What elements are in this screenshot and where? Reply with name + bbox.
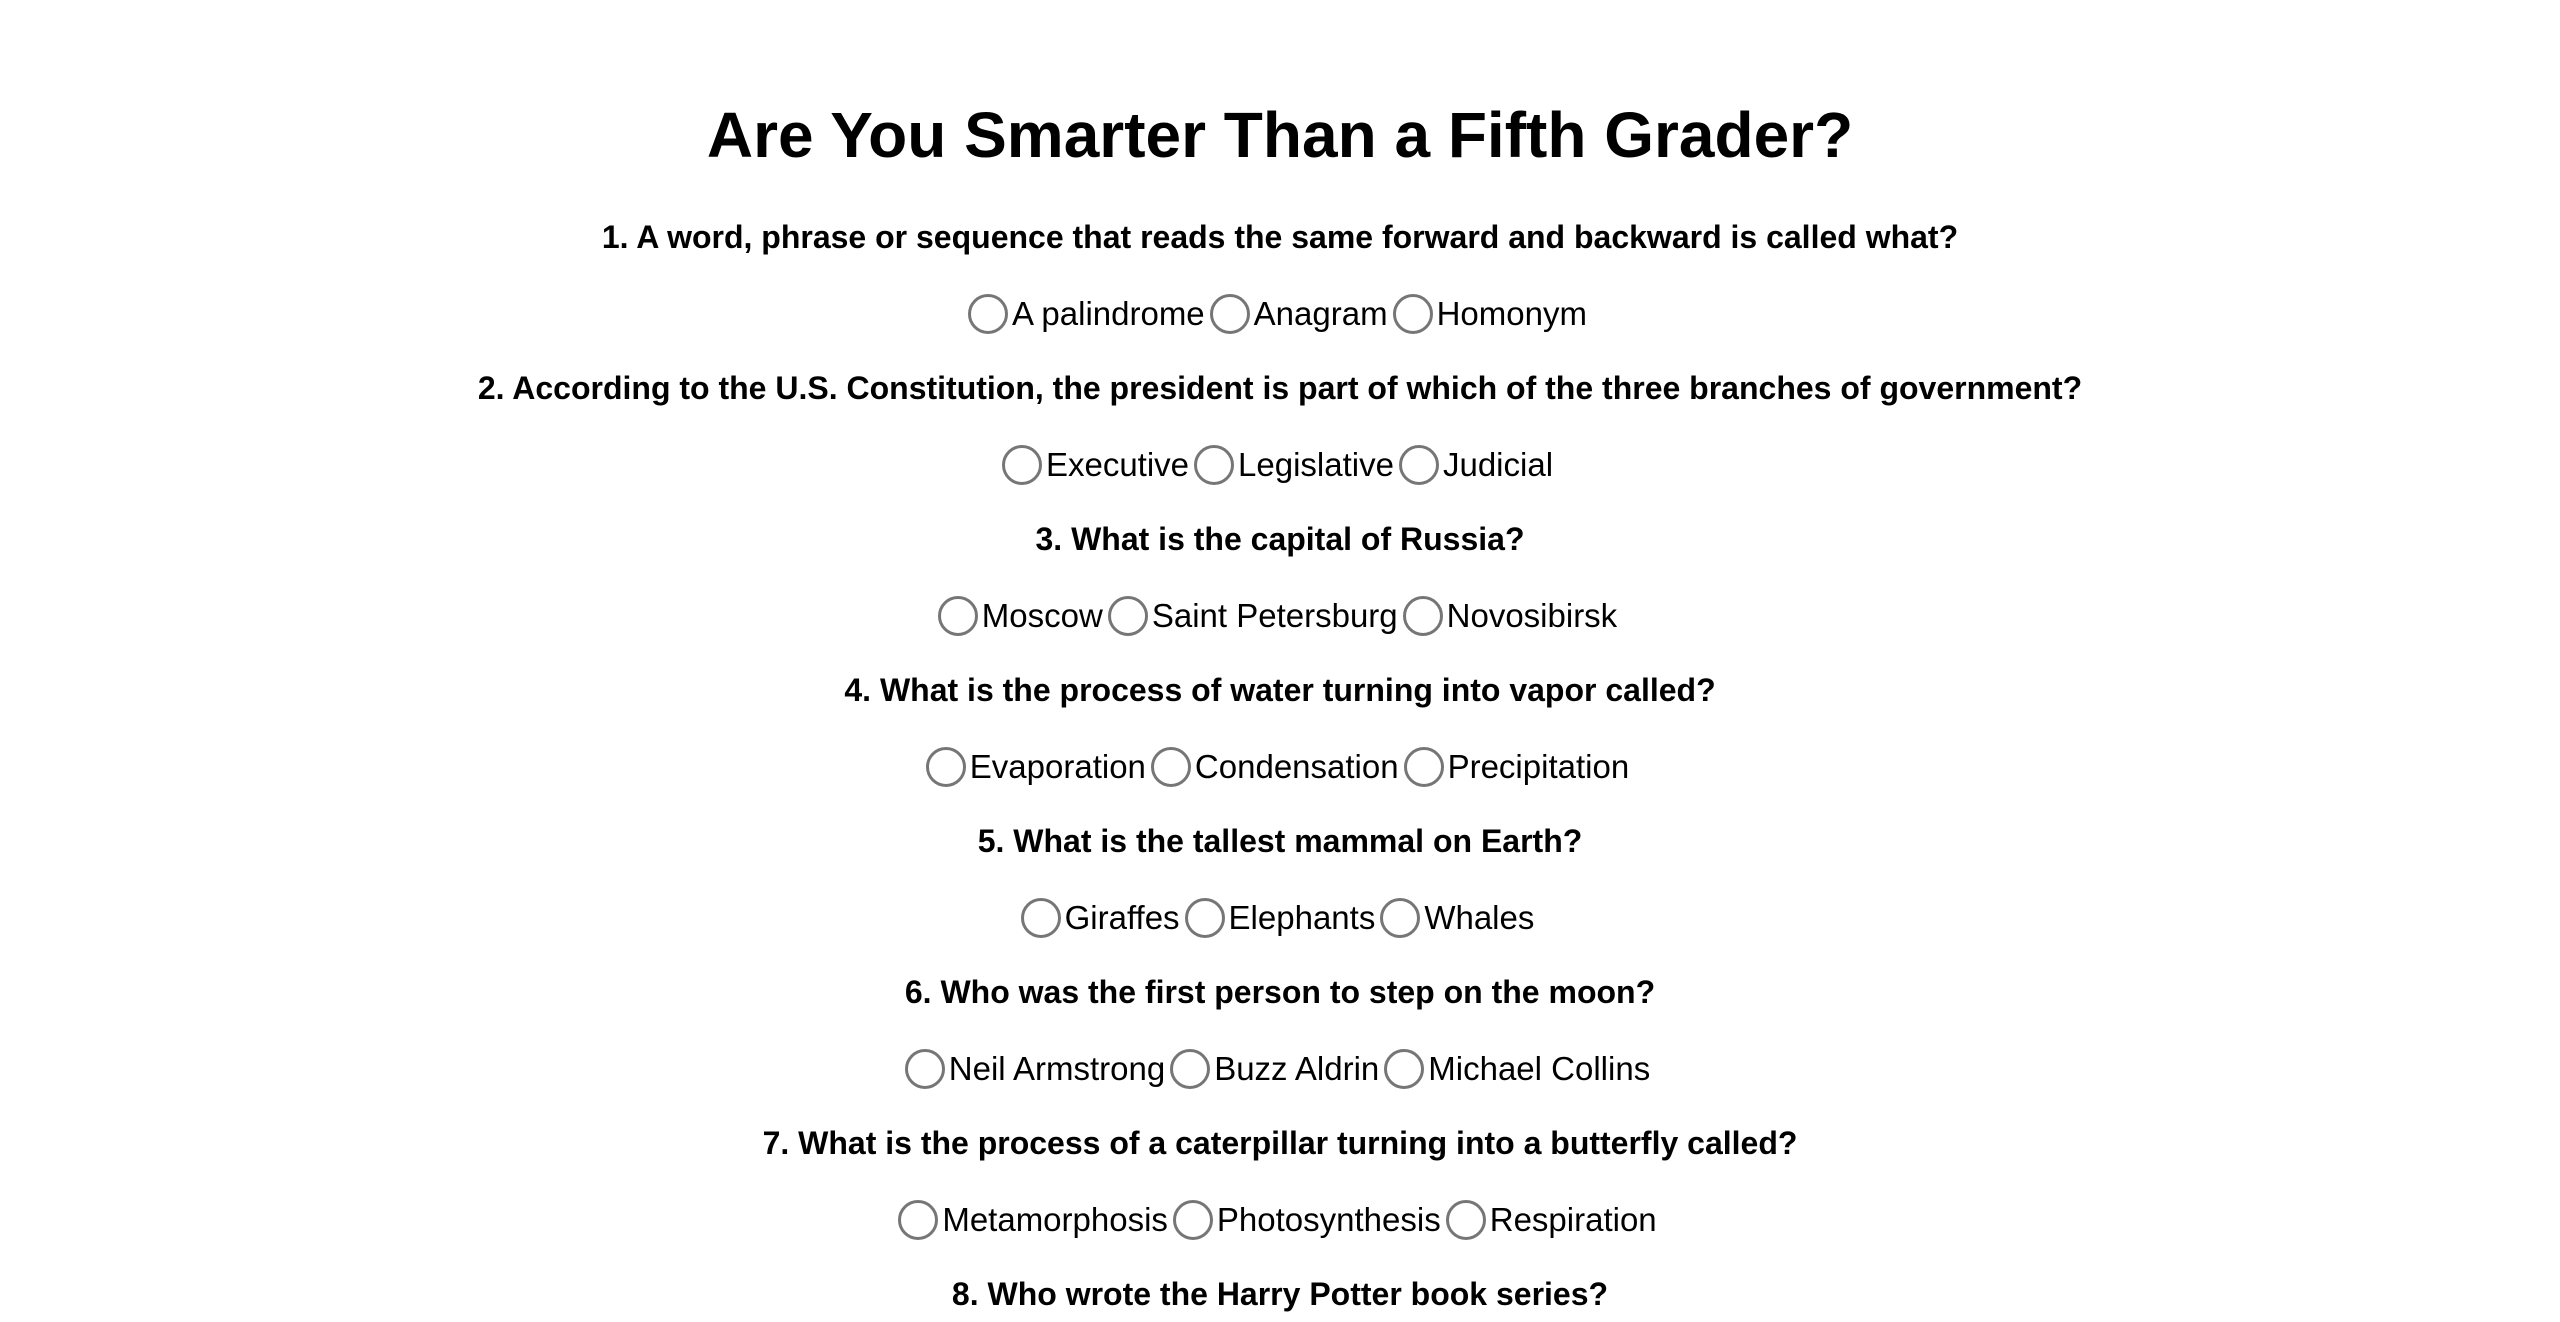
radio-button[interactable] [1209,294,1250,334]
option-label: Metamorphosis [942,1201,1168,1238]
option-label: Saint Petersburg [1151,597,1398,634]
option-label: Elephants [1228,899,1376,936]
question-text: 6. Who was the first person to step on t… [904,974,1656,1010]
radio-button[interactable] [1392,294,1433,334]
option-elephants[interactable]: Elephants [1184,898,1376,938]
answer-options: A palindrome Anagram Homonym [0,289,2560,339]
option-judicial[interactable]: Judicial [1398,445,1554,485]
radio-button[interactable] [1020,898,1061,938]
option-whales[interactable]: Whales [1380,898,1534,938]
option-executive[interactable]: Executive [1001,445,1190,485]
question-8: 8. Who wrote the Harry Potter book serie… [0,1274,2560,1314]
question-text: 7. What is the process of a caterpillar … [762,1125,1798,1161]
option-legislative[interactable]: Legislative [1194,445,1394,485]
radio-button[interactable] [968,294,1009,334]
answer-options: Neil Armstrong Buzz Aldrin Michael Colli… [0,1044,2560,1094]
radio-button[interactable] [1194,445,1235,485]
option-evaporation[interactable]: Evaporation [925,747,1146,787]
radio-button[interactable] [1380,898,1421,938]
radio-button[interactable] [1170,1049,1211,1089]
radio-button[interactable] [937,596,978,636]
radio-button[interactable] [898,1200,939,1240]
option-label: Buzz Aldrin [1214,1050,1380,1087]
option-label: Neil Armstrong [948,1050,1166,1087]
question-text: 8. Who wrote the Harry Potter book serie… [951,1276,1609,1312]
option-giraffes[interactable]: Giraffes [1020,898,1180,938]
option-a-palindrome[interactable]: A palindrome [968,294,1205,334]
option-condensation[interactable]: Condensation [1150,747,1399,787]
question-5: 5. What is the tallest mammal on Earth? … [0,821,2560,943]
page-title: Are You Smarter Than a Fifth Grader? [706,99,1854,171]
question-1: 1. A word, phrase or sequence that reads… [0,217,2560,339]
question-text: 5. What is the tallest mammal on Earth? [977,823,1583,859]
option-label: Giraffes [1064,899,1180,936]
radio-button[interactable] [904,1049,945,1089]
radio-button[interactable] [1184,898,1225,938]
radio-button[interactable] [1150,747,1191,787]
question-text: 4. What is the process of water turning … [844,672,1716,708]
option-label: Homonym [1436,295,1587,332]
question-6: 6. Who was the first person to step on t… [0,972,2560,1094]
radio-button[interactable] [1402,596,1443,636]
option-label: Anagram [1253,295,1388,332]
question-2: 2. According to the U.S. Constitution, t… [0,368,2560,490]
radio-button[interactable] [1445,1200,1486,1240]
option-anagram[interactable]: Anagram [1209,294,1388,334]
radio-button[interactable] [1107,596,1148,636]
option-label: Respiration [1489,1201,1657,1238]
radio-button[interactable] [1384,1049,1425,1089]
option-label: Moscow [981,597,1103,634]
option-label: Legislative [1238,446,1394,483]
option-label: Whales [1424,899,1535,936]
option-photosynthesis[interactable]: Photosynthesis [1172,1200,1441,1240]
option-label: Precipitation [1447,748,1630,785]
option-label: Condensation [1194,748,1399,785]
answer-options: Moscow Saint Petersburg Novosibirsk [0,591,2560,641]
answer-options: Executive Legislative Judicial [0,440,2560,490]
radio-button[interactable] [1172,1200,1213,1240]
question-4: 4. What is the process of water turning … [0,670,2560,792]
option-respiration[interactable]: Respiration [1445,1200,1657,1240]
radio-button[interactable] [1403,747,1444,787]
option-neil-armstrong[interactable]: Neil Armstrong [904,1049,1166,1089]
radio-button[interactable] [1398,445,1439,485]
option-metamorphosis[interactable]: Metamorphosis [898,1200,1168,1240]
radio-button[interactable] [1001,445,1042,485]
option-homonym[interactable]: Homonym [1392,294,1587,334]
option-buzz-aldrin[interactable]: Buzz Aldrin [1170,1049,1379,1089]
quiz-page: Are You Smarter Than a Fifth Grader? 1. … [0,0,2560,1322]
question-text: 1. A word, phrase or sequence that reads… [601,219,1959,255]
option-precipitation[interactable]: Precipitation [1403,747,1630,787]
option-novosibirsk[interactable]: Novosibirsk [1402,596,1618,636]
option-label: Evaporation [969,748,1146,785]
question-3: 3. What is the capital of Russia? Moscow… [0,519,2560,641]
question-text: 3. What is the capital of Russia? [1035,521,1525,557]
option-label: Photosynthesis [1216,1201,1441,1238]
answer-options: Evaporation Condensation Precipitation [0,742,2560,792]
answer-options: Giraffes Elephants Whales [0,893,2560,943]
option-label: Judicial [1442,446,1554,483]
radio-button[interactable] [925,747,966,787]
option-label: Novosibirsk [1446,597,1618,634]
question-text: 2. According to the U.S. Constitution, t… [477,370,2083,406]
option-label: Executive [1045,446,1190,483]
option-michael-collins[interactable]: Michael Collins [1384,1049,1650,1089]
option-label: Michael Collins [1428,1050,1651,1087]
option-saint-petersburg[interactable]: Saint Petersburg [1107,596,1398,636]
option-moscow[interactable]: Moscow [937,596,1103,636]
answer-options: Metamorphosis Photosynthesis Respiration [0,1195,2560,1245]
question-7: 7. What is the process of a caterpillar … [0,1123,2560,1245]
option-label: A palindrome [1012,295,1205,332]
